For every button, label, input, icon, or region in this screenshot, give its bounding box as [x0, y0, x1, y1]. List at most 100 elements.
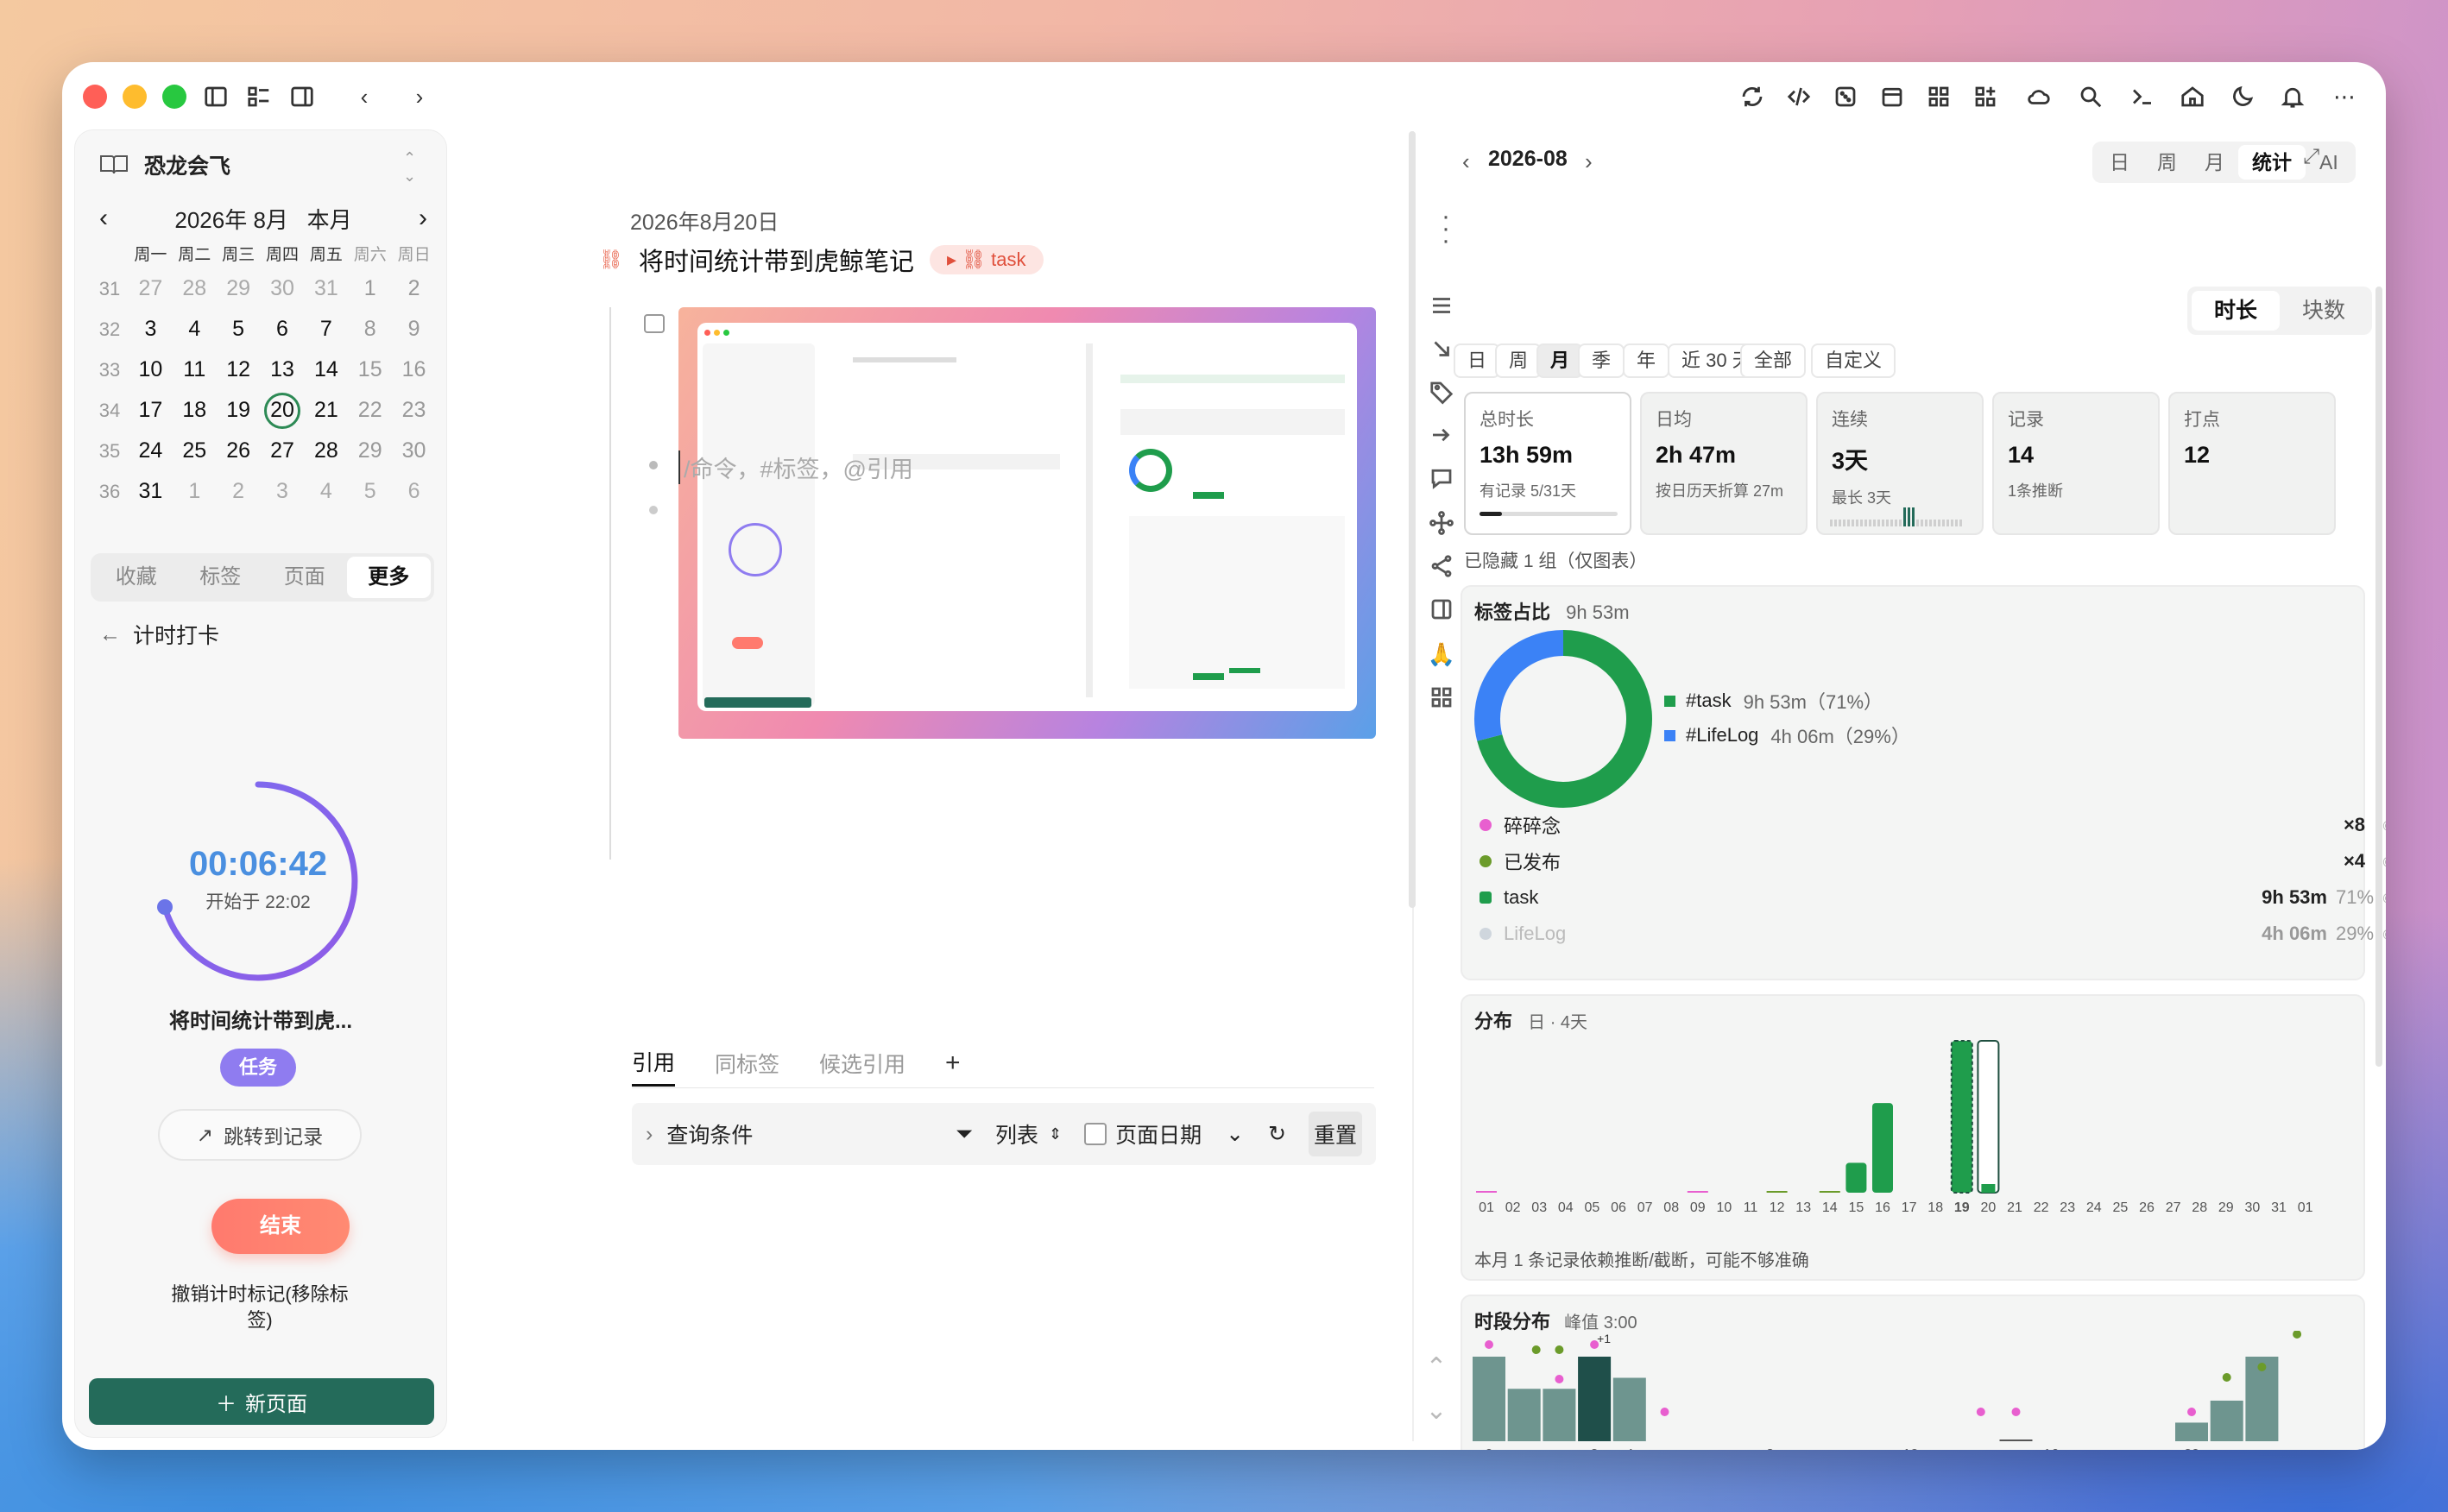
page-tag-chip[interactable]: ▸ ⛓ task [929, 245, 1044, 274]
this-month-button[interactable]: 本月 [307, 207, 352, 233]
calendar-day[interactable]: 6 [261, 309, 305, 350]
calendar-day[interactable]: 31 [304, 268, 348, 309]
distribution-bar[interactable] [1950, 1040, 1973, 1194]
calendar-day[interactable]: 31 [129, 471, 173, 512]
calendar-day[interactable]: 28 [173, 268, 217, 309]
calendar-day[interactable]: 27 [261, 431, 305, 471]
tag-row[interactable]: 已发布 ×4 ◉ [1480, 844, 2386, 879]
stat-card[interactable]: 记录 14 1条推断 [1992, 392, 2160, 535]
query-conditions[interactable]: 查询条件 [666, 1118, 956, 1150]
stat-card[interactable]: 打点 12 [2168, 392, 2336, 535]
view-stats[interactable]: 统计 [2238, 145, 2306, 180]
panel-resize-handle[interactable] [1409, 131, 1416, 908]
tag-row[interactable]: LifeLog 4h 06m 29% ◉ [1480, 917, 2386, 951]
terminal-icon[interactable] [2125, 79, 2160, 114]
calendar-day-today[interactable]: 20 [261, 390, 305, 431]
jump-to-record-button[interactable]: ↗ 跳转到记录 [158, 1109, 362, 1161]
sidebar-toggle-icon[interactable] [199, 79, 233, 114]
range-pill[interactable]: 年 [1623, 343, 1670, 378]
calendar-day[interactable]: 22 [348, 390, 392, 431]
calendar-day[interactable]: 25 [173, 431, 217, 471]
outline-icon[interactable] [242, 79, 276, 114]
calendar-day[interactable]: 10 [129, 350, 173, 390]
range-pill[interactable]: 全部 [1740, 343, 1807, 378]
hourly-bar[interactable] [1543, 1389, 1576, 1441]
donut-slice[interactable] [1474, 630, 1564, 741]
calendar-day[interactable]: 24 [129, 431, 173, 471]
calendar-day[interactable]: 3 [261, 471, 305, 512]
moon-icon[interactable] [2225, 79, 2260, 114]
block-input[interactable]: /命令，#标签，@引用 [678, 450, 913, 484]
workspace-switcher[interactable]: 恐龙会飞 [99, 149, 230, 180]
calendar-day[interactable]: 4 [173, 309, 217, 350]
hourly-bar[interactable] [1612, 1377, 1646, 1442]
stat-card[interactable]: 日均 2h 47m 按日历天折算 27m [1640, 392, 1808, 535]
calendar-day[interactable]: 7 [304, 309, 348, 350]
calendar-day[interactable]: 21 [304, 390, 348, 431]
calendar-day[interactable]: 18 [173, 390, 217, 431]
distribution-bar[interactable] [1872, 1103, 1893, 1193]
calendar-day[interactable]: 27 [129, 268, 173, 309]
range-pill[interactable]: 自定义 [1811, 343, 1896, 378]
distribution-bar[interactable] [1977, 1040, 2000, 1194]
stat-card[interactable]: 连续 3天 最长 3天 [1816, 392, 1984, 535]
tab-favorites[interactable]: 收藏 [94, 557, 179, 598]
apps-icon[interactable] [1968, 79, 2003, 114]
new-page-button[interactable]: ＋新页面 [89, 1378, 434, 1425]
undo-timer-link[interactable]: 撤销计时标记(移除标签) [165, 1282, 355, 1333]
tab-more[interactable]: 更多 [346, 557, 431, 598]
expand-icon[interactable]: ⤢ [2303, 145, 2319, 169]
calendar-day[interactable]: 2 [392, 268, 436, 309]
calendar-day[interactable]: 26 [217, 431, 261, 471]
stat-card[interactable]: 总时长 13h 59m 有记录 5/31天 [1464, 392, 1631, 535]
sync-icon[interactable] [1735, 79, 1770, 114]
code-icon[interactable] [1782, 79, 1816, 114]
view-day[interactable]: 日 [2096, 145, 2143, 180]
task-tag[interactable]: 任务 [220, 1049, 296, 1087]
close-button[interactable] [83, 85, 107, 109]
right-panel-icon[interactable] [285, 79, 319, 114]
calendar-day[interactable]: 2 [217, 471, 261, 512]
calendar-day[interactable]: 28 [304, 431, 348, 471]
date-dropdown-icon[interactable]: ⌄ [1226, 1121, 1244, 1147]
calendar-day[interactable]: 30 [392, 431, 436, 471]
calendar-day[interactable]: 5 [217, 309, 261, 350]
next-month-icon[interactable]: › [410, 204, 436, 233]
calendar-day[interactable]: 1 [348, 268, 392, 309]
page-title[interactable]: 将时间统计带到虎鲸笔记 [639, 242, 914, 278]
eye-icon[interactable]: ◉ [2382, 889, 2386, 906]
tab-tags[interactable]: 标签 [179, 557, 263, 598]
maximize-button[interactable] [162, 85, 186, 109]
prev-month-button[interactable]: ‹ [1462, 148, 1470, 175]
range-pill[interactable]: 周 [1495, 343, 1543, 378]
calendar-day[interactable]: 15 [348, 350, 392, 390]
calendar-day[interactable]: 4 [304, 471, 348, 512]
add-tab-icon[interactable]: + [945, 1049, 961, 1085]
view-week[interactable]: 周 [2143, 145, 2191, 180]
next-month-button[interactable]: › [1585, 148, 1593, 175]
cloud-icon[interactable] [2022, 79, 2056, 114]
tab-pages[interactable]: 页面 [262, 557, 347, 598]
eye-icon[interactable]: ◉ [2382, 925, 2386, 942]
expand-icon[interactable]: › [646, 1122, 653, 1147]
back-icon[interactable]: ‹ [347, 79, 382, 114]
calendar-day[interactable]: 14 [304, 350, 348, 390]
search-icon[interactable] [2073, 79, 2108, 114]
calendar-day[interactable]: 16 [392, 350, 436, 390]
eye-icon[interactable]: ◉ [2382, 816, 2386, 834]
calendar-icon[interactable] [1875, 79, 1909, 114]
more-icon[interactable]: ⋯ [2327, 79, 2362, 114]
calendar-day[interactable]: 5 [348, 471, 392, 512]
calendar-day[interactable]: 23 [392, 390, 436, 431]
prev-month-icon[interactable]: ‹ [91, 204, 117, 233]
tab-references[interactable]: 引用 [632, 1046, 676, 1087]
view-select[interactable]: 列表 [995, 1118, 1038, 1150]
calendar-day[interactable]: 6 [392, 471, 436, 512]
workspace-chevron-icon[interactable]: ⌃ ⌄ [403, 149, 416, 186]
eye-icon[interactable]: ◉ [2382, 853, 2386, 870]
calendar-day[interactable]: 9 [392, 309, 436, 350]
tag-row[interactable]: task 9h 53m 71% ◉ [1480, 880, 2386, 915]
minimize-button[interactable] [123, 85, 147, 109]
calendar-day[interactable]: 29 [348, 431, 392, 471]
calendar-day[interactable]: 13 [261, 350, 305, 390]
